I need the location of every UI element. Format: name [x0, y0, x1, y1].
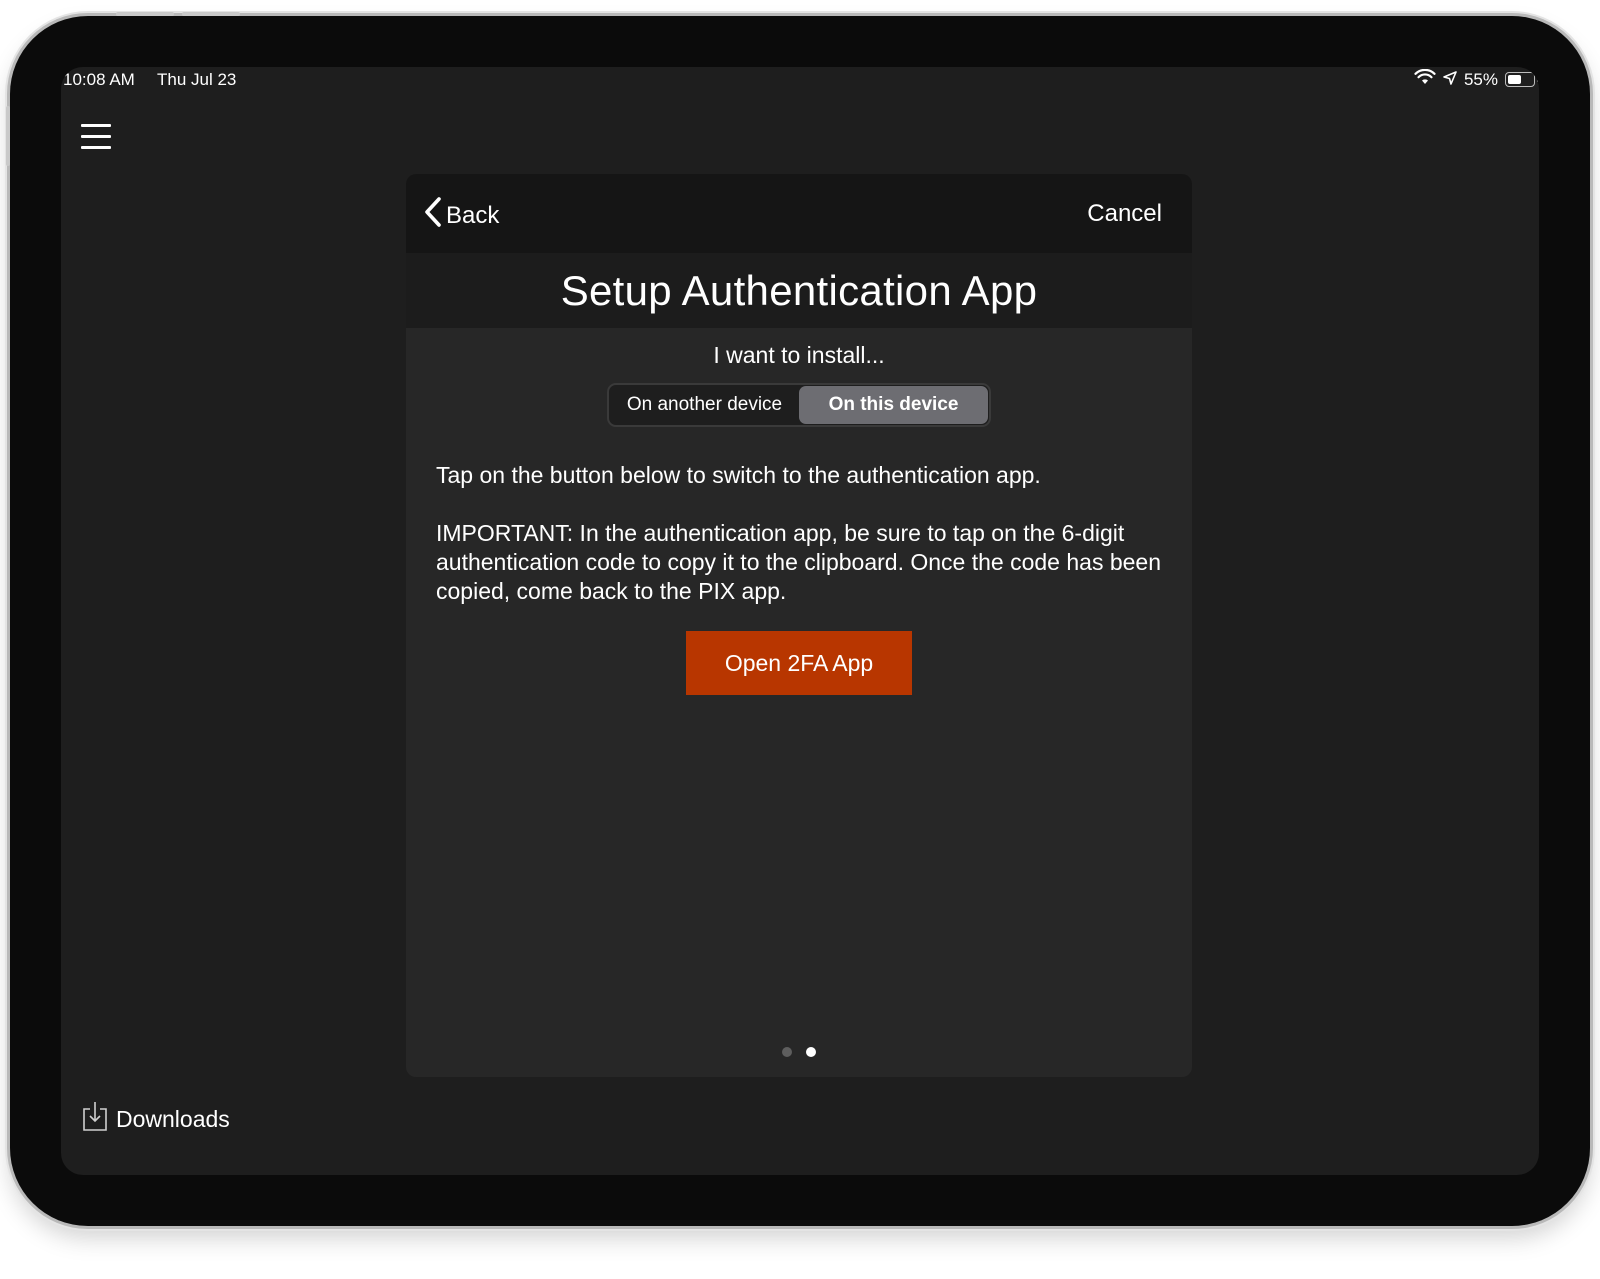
download-tray-icon — [82, 1100, 108, 1138]
downloads-label: Downloads — [116, 1105, 230, 1132]
back-button[interactable]: Back — [424, 196, 499, 235]
hamburger-menu-icon[interactable] — [81, 124, 113, 150]
page-dot-current[interactable] — [806, 1047, 816, 1057]
wifi-icon — [1414, 68, 1436, 90]
page-title: Setup Authentication App — [560, 266, 1038, 314]
status-date: Thu Jul 23 — [157, 70, 237, 89]
volume-button — [182, 12, 240, 16]
install-location-segmented-control: On another device On this device — [607, 383, 991, 427]
status-right: 55% — [1414, 68, 1539, 90]
back-label: Back — [446, 201, 500, 229]
important-note: IMPORTANT: In the authentication app, be… — [436, 520, 1161, 604]
instructions: Tap on the button below to switch to the… — [436, 461, 1162, 606]
title-bar: Setup Authentication App — [406, 253, 1192, 328]
location-arrow-icon — [1443, 70, 1457, 90]
battery-icon — [1505, 72, 1539, 87]
cancel-button[interactable]: Cancel — [1087, 200, 1162, 228]
status-bar: 10:08 AM Thu Jul 23 55% — [61, 67, 1539, 97]
downloads-button[interactable]: Downloads — [82, 1100, 230, 1138]
screen: 10:08 AM Thu Jul 23 55% Back Cancel Setu… — [61, 67, 1539, 1175]
install-prompt: I want to install... — [713, 342, 885, 368]
status-time: 10:08 AM — [63, 70, 135, 89]
setup-auth-modal: Back Cancel Setup Authentication App I w… — [406, 174, 1192, 1077]
volume-button — [116, 12, 174, 16]
battery-fill — [1508, 75, 1521, 84]
modal-nav-bar: Back Cancel — [406, 174, 1192, 253]
page-dot[interactable] — [782, 1047, 792, 1057]
segment-another-device[interactable]: On another device — [610, 386, 799, 424]
segment-this-device[interactable]: On this device — [799, 386, 988, 424]
battery-percent: 55% — [1463, 69, 1498, 89]
chevron-left-icon — [424, 196, 442, 235]
power-button — [6, 106, 10, 166]
instruction-text: Tap on the button below to switch to the… — [436, 462, 1041, 488]
open-2fa-app-button[interactable]: Open 2FA App — [686, 631, 912, 695]
page-indicator — [406, 1047, 1192, 1057]
